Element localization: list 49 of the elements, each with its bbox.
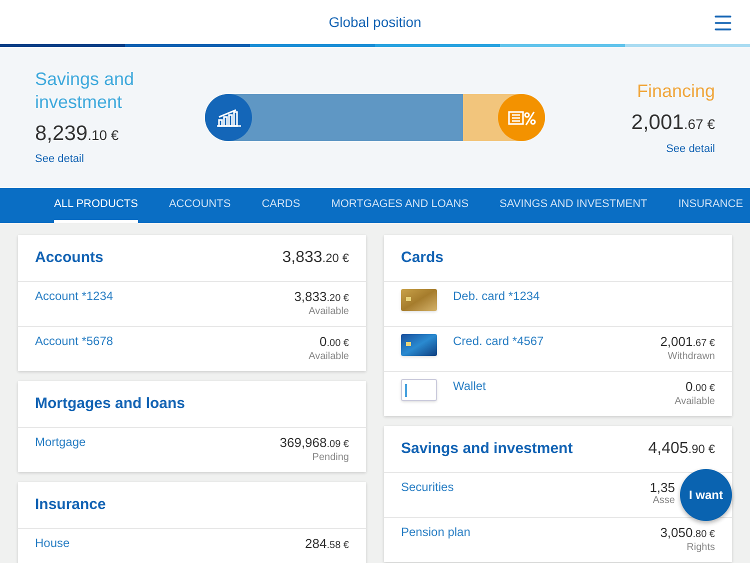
- amount-note: Asse: [652, 495, 675, 507]
- product-name[interactable]: Account *1234: [35, 289, 278, 303]
- amount: 3,833.20 €: [294, 289, 349, 306]
- amount-note: Available: [308, 351, 349, 363]
- growth-chart-icon: [205, 94, 252, 141]
- payment-card-thumbnail: [401, 379, 437, 401]
- amount: 284.58 €: [305, 536, 349, 553]
- tab[interactable]: ALL PRODUCTS: [54, 188, 138, 223]
- amount: 4,405.90 €: [648, 439, 715, 459]
- card-title[interactable]: Mortgages and loans: [35, 392, 186, 416]
- product-name[interactable]: Pension plan: [401, 525, 644, 539]
- tab[interactable]: CARDS: [262, 188, 300, 223]
- amount-note: Rights: [686, 542, 715, 554]
- amount: 0.00 €: [320, 334, 349, 351]
- payment-card-thumbnail: [401, 289, 437, 311]
- amount: 1,35: [650, 480, 675, 495]
- product-name[interactable]: Securities: [401, 480, 634, 494]
- card-title[interactable]: Insurance: [35, 494, 106, 516]
- amount: 3,050.80 €: [660, 525, 715, 542]
- amount: 369,968.09 €: [280, 435, 349, 452]
- financing-label: Financing: [636, 80, 715, 103]
- amount: 0.00 €: [686, 379, 715, 396]
- savings-detail-link[interactable]: See detail: [35, 151, 205, 168]
- banknote-percent-icon: [498, 94, 545, 141]
- product-name[interactable]: Mortgage: [35, 435, 264, 449]
- amount: 2,001.67 €: [660, 334, 715, 351]
- amount: 3,833.20 €: [282, 248, 349, 268]
- amount-note: Pending: [312, 452, 349, 464]
- tab[interactable]: MORTGAGES AND LOANS: [331, 188, 469, 223]
- financing-detail-link[interactable]: See detail: [666, 140, 715, 157]
- product-name[interactable]: Cred. card *4567: [453, 334, 644, 348]
- product-name[interactable]: Account *5678: [35, 334, 293, 348]
- tab[interactable]: SAVINGS AND INVESTMENT: [500, 188, 648, 223]
- tab[interactable]: INSURANCE: [678, 188, 744, 223]
- savings-amount: 8,239.10 €: [35, 120, 120, 146]
- financing-amount: 2,001.67 €: [631, 110, 715, 136]
- amount-note: Available: [308, 306, 349, 318]
- card-title[interactable]: Cards: [401, 246, 444, 270]
- page-title: Global position: [328, 12, 422, 32]
- product-name[interactable]: Wallet: [453, 379, 659, 393]
- card-title[interactable]: Savings and investment: [401, 438, 573, 460]
- card-title[interactable]: Accounts: [35, 246, 104, 270]
- payment-card-thumbnail: [401, 334, 437, 356]
- amount-note: Withdrawn: [668, 351, 715, 363]
- amount-note: Available: [674, 396, 715, 408]
- tab[interactable]: ACCOUNTS: [168, 188, 231, 223]
- savings-label: Savings and investment: [35, 68, 136, 114]
- product-name[interactable]: Deb. card *1234: [453, 289, 699, 303]
- product-name[interactable]: House: [35, 536, 290, 550]
